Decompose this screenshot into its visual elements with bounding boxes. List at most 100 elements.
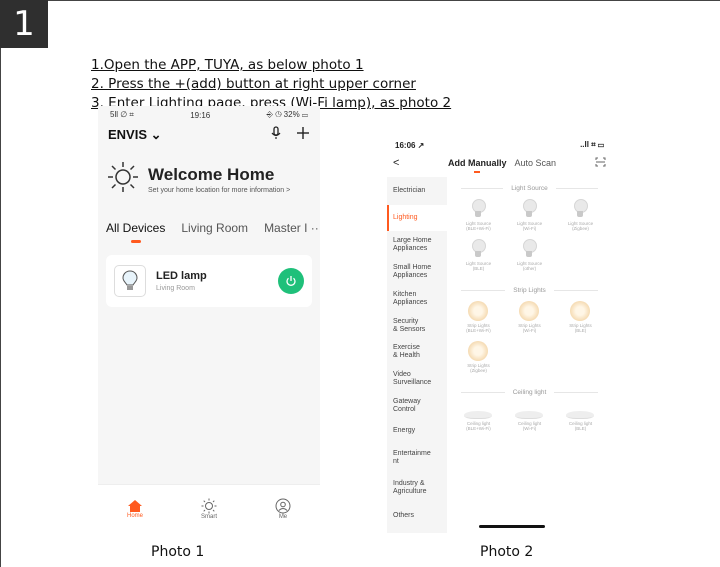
nav-label: Home — [126, 512, 143, 519]
bulb-icon — [472, 199, 487, 219]
photo1-screenshot: 5ll ∅ ⌗ 19:16 ⎆ ◷ 32% ▭ ENVIS ⌄ Welcome … — [98, 106, 320, 532]
power-icon — [286, 276, 296, 286]
nav-home[interactable]: Home — [127, 499, 143, 519]
bulb-icon — [574, 199, 589, 219]
bulb-icon — [114, 265, 146, 297]
photo1-caption: Photo 1 — [151, 544, 205, 560]
section-title: Light Source — [453, 177, 606, 199]
category-item[interactable]: Large Home Appliances — [387, 231, 447, 259]
section-title: Strip Lights — [453, 279, 606, 301]
home-indicator — [479, 525, 545, 528]
device-name: LED lamp — [156, 270, 207, 282]
status-time: 16:06 ↗ — [395, 140, 425, 150]
nav-label: Me — [278, 513, 288, 520]
category-item[interactable]: Exercise & Health — [387, 339, 447, 365]
device-option-label: Light Source (other) — [516, 261, 543, 271]
status-bar: 5ll ∅ ⌗ 19:16 ⎆ ◷ 32% ▭ — [98, 106, 320, 124]
photo2-caption: Photo 2 — [480, 544, 534, 560]
tab-auto-scan[interactable]: Auto Scan — [515, 158, 557, 168]
device-room: Living Room — [156, 285, 195, 292]
power-button[interactable] — [278, 268, 304, 294]
user-icon — [275, 498, 291, 513]
device-grid: Light Source Light Source (BLE+Wi-Fi) Li… — [447, 177, 612, 533]
welcome-subtitle[interactable]: Set your home location for more informat… — [148, 187, 290, 194]
device-option[interactable]: Strip Lights (Zigbee) — [453, 341, 504, 381]
ceiling-light-icon — [515, 411, 544, 419]
back-button[interactable]: < — [393, 157, 448, 169]
strip-lights-grid: Strip Lights (BLE+Wi-Fi) Strip Lights (W… — [453, 301, 606, 381]
tab-master[interactable]: Master I ··· — [264, 221, 320, 235]
ceiling-light-icon — [464, 411, 493, 419]
category-item[interactable]: Gateway Control — [387, 393, 447, 419]
device-option[interactable]: Strip Lights (Wi-Fi) — [504, 301, 555, 341]
step-badge: 1 — [0, 0, 48, 48]
status-time: 19:16 — [190, 110, 211, 120]
device-option[interactable]: Ceiling light (Wi-Fi) — [504, 403, 555, 443]
device-option-label: Strip Lights (Zigbee) — [467, 363, 490, 373]
home-icon — [127, 499, 142, 512]
bottom-nav: Home Smart Me — [98, 484, 320, 532]
device-option-label: Strip Lights (BLE) — [569, 323, 592, 333]
add-icon[interactable] — [296, 126, 310, 145]
category-item[interactable]: Security & Sensors — [387, 313, 447, 339]
category-item[interactable]: Small Home Appliances — [387, 259, 447, 285]
device-option-wifi-lamp[interactable]: Light Source (Wi-Fi) — [504, 199, 555, 239]
category-item[interactable]: Entertainme nt — [387, 443, 447, 473]
strip-light-icon — [570, 301, 591, 321]
category-item[interactable]: Energy — [387, 419, 447, 443]
microphone-icon[interactable] — [270, 125, 282, 145]
light-source-grid: Light Source (BLE+Wi-Fi) Light Source (W… — [453, 199, 606, 279]
tab-add-manually[interactable]: Add Manually — [448, 158, 507, 173]
home-selector[interactable]: ENVIS ⌄ — [108, 127, 162, 143]
category-item[interactable]: Industry & Agriculture — [387, 473, 447, 503]
strip-light-icon — [468, 301, 489, 321]
device-option-label: Light Source (BLE) — [465, 261, 492, 271]
device-option[interactable]: Ceiling light (BLE) — [555, 403, 606, 443]
category-sidebar: Electrician Lighting Large Home Applianc… — [387, 177, 447, 533]
nav-label: Smart — [200, 513, 217, 520]
device-option[interactable]: Ceiling light (BLE+Wi-Fi) — [453, 403, 504, 443]
category-item[interactable]: Video Surveillance — [387, 365, 447, 393]
device-option[interactable]: Light Source (other) — [504, 239, 555, 279]
room-tabs: All Devices Living Room Master I ··· — [98, 221, 320, 243]
photo2-screenshot: 16:06 ↗ ..ll ⌗ ▭ < Add Manually Auto Sca… — [387, 137, 612, 533]
device-option[interactable]: Light Source (BLE+Wi-Fi) — [453, 199, 504, 239]
strip-light-icon — [519, 301, 540, 321]
signal-status: 5ll ∅ ⌗ — [110, 110, 134, 119]
scan-icon[interactable] — [595, 157, 606, 169]
category-item[interactable]: Others — [387, 503, 447, 529]
device-option[interactable]: Strip Lights (BLE+Wi-Fi) — [453, 301, 504, 341]
instructions: 1.Open the APP, TUYA, as below photo 1 2… — [91, 56, 451, 113]
device-option-label: Ceiling light (BLE) — [568, 421, 593, 431]
nav-smart[interactable]: Smart — [201, 498, 217, 520]
device-option-label: Light Source (Zigbee) — [567, 221, 594, 231]
section-title: Ceiling light — [453, 381, 606, 403]
category-item[interactable]: Electrician — [387, 177, 447, 205]
bulb-icon — [472, 239, 487, 259]
status-bar: 16:06 ↗ ..ll ⌗ ▭ — [387, 137, 612, 153]
sun-icon — [201, 498, 217, 513]
device-option[interactable]: Light Source (Zigbee) — [555, 199, 606, 239]
bulb-icon — [523, 239, 538, 259]
category-item[interactable]: Kitchen Appliances — [387, 285, 447, 313]
device-option-label: Ceiling light (Wi-Fi) — [517, 421, 542, 431]
bulb-icon — [523, 199, 538, 219]
tab-all-devices[interactable]: All Devices — [106, 221, 165, 243]
device-option[interactable]: Light Source (BLE) — [453, 239, 504, 279]
device-option-label: Light Source (BLE+Wi-Fi) — [465, 221, 492, 231]
battery-status: ⎆ ◷ 32% ▭ — [266, 110, 309, 119]
nav-me[interactable]: Me — [275, 498, 291, 520]
device-option-label: Strip Lights (Wi-Fi) — [518, 323, 541, 333]
ceiling-light-icon — [566, 411, 595, 419]
device-option-label: Light Source (Wi-Fi) — [516, 221, 543, 231]
welcome-title: Welcome Home — [148, 165, 275, 184]
welcome-banner: Welcome Home Set your home location for … — [98, 146, 320, 199]
device-option[interactable]: Strip Lights (BLE) — [555, 301, 606, 341]
device-card[interactable]: LED lamp Living Room — [106, 255, 312, 307]
category-item-lighting[interactable]: Lighting — [387, 205, 447, 231]
app-header: ENVIS ⌄ — [98, 124, 320, 146]
strip-light-icon — [468, 341, 489, 361]
sun-icon — [106, 160, 140, 199]
tab-living-room[interactable]: Living Room — [181, 221, 248, 235]
device-option-label: Strip Lights (BLE+Wi-Fi) — [466, 323, 491, 333]
